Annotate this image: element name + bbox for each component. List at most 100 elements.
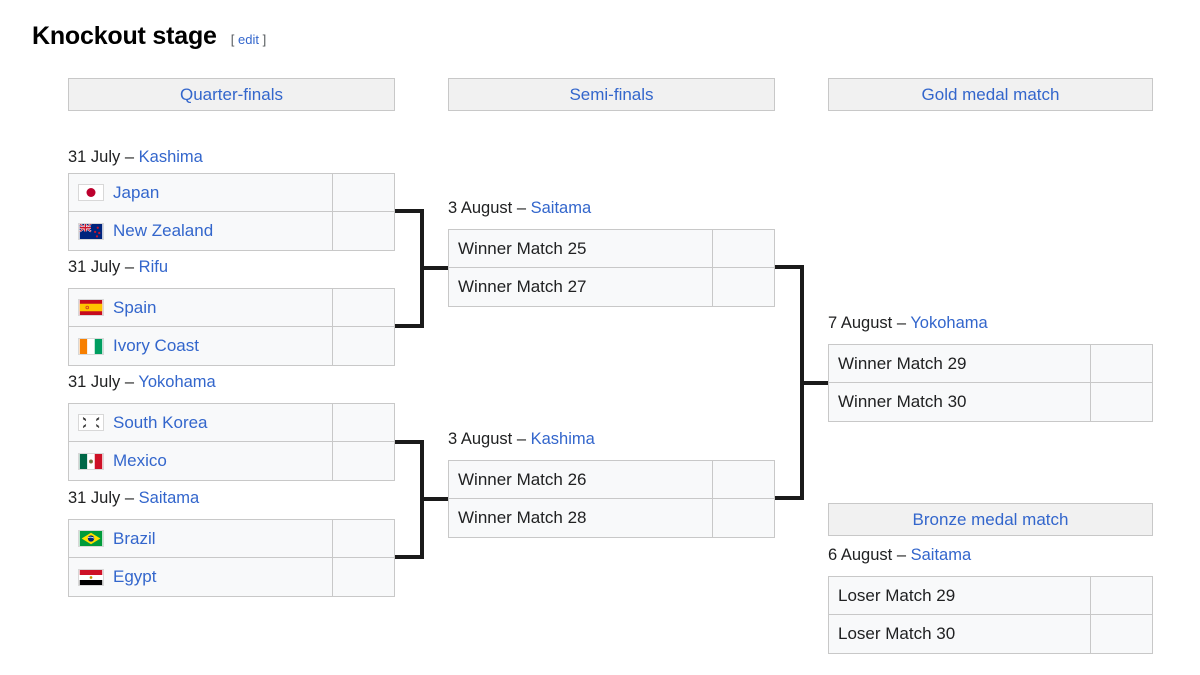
match-qf2: Spain Ivory Coast (68, 288, 395, 366)
caption-dash: – (896, 314, 907, 332)
flag-new-zealand-icon (78, 222, 104, 240)
flag-spain-icon (78, 299, 104, 316)
score-cell (713, 268, 775, 307)
score-cell (713, 229, 775, 268)
match-date: 31 July (68, 489, 121, 507)
flag-south-korea-icon (78, 414, 104, 431)
team-cell: Winner Match 26 (448, 460, 713, 499)
table-row: Loser Match 30 (828, 615, 1153, 654)
team-cell: Winner Match 28 (448, 499, 713, 538)
team-cell: Winner Match 27 (448, 268, 713, 307)
match-caption-qf1: 31 July – Kashima (68, 148, 203, 167)
table-row: South Korea (68, 403, 395, 442)
team-cell: New Zealand (68, 212, 333, 251)
caption-dash: – (124, 258, 135, 276)
score-cell (713, 460, 775, 499)
flag-japan-icon (78, 184, 104, 201)
table-row: Winner Match 26 (448, 460, 775, 499)
table-row: Spain (68, 288, 395, 327)
team-name-link[interactable]: Brazil (113, 529, 156, 549)
table-row: Winner Match 30 (828, 383, 1153, 422)
team-name-link[interactable]: Ivory Coast (113, 336, 199, 356)
team-name-link[interactable]: Mexico (113, 451, 167, 471)
match-caption-sf2: 3 August – Kashima (448, 430, 595, 449)
match-date: 31 July (68, 148, 121, 166)
table-row: Winner Match 28 (448, 499, 775, 538)
team-cell: Egypt (68, 558, 333, 597)
score-cell (1091, 615, 1153, 654)
table-row: New Zealand (68, 212, 395, 251)
match-date: 7 August (828, 314, 893, 332)
table-row: Brazil (68, 519, 395, 558)
team-placeholder-label: Loser Match 30 (838, 624, 956, 643)
team-placeholder-label: Loser Match 29 (838, 585, 956, 605)
team-cell: Brazil (68, 519, 333, 558)
round-header-bronze-medal-match[interactable]: Bronze medal match (828, 503, 1153, 536)
team-placeholder-label: Winner Match 28 (458, 508, 587, 527)
score-cell (333, 519, 395, 558)
connector-gold-in (800, 381, 828, 385)
flag-mexico-icon (78, 452, 104, 470)
match-caption-bronze: 6 August – Saitama (828, 546, 971, 565)
match-date: 3 August (448, 199, 513, 217)
match-caption-qf4: 31 July – Saitama (68, 489, 199, 508)
match-date: 31 July (68, 373, 121, 391)
caption-dash: – (124, 373, 135, 391)
table-row: Egypt (68, 558, 395, 597)
match-venue-link[interactable]: Yokohama (910, 314, 987, 332)
match-venue-link[interactable]: Kashima (531, 430, 595, 448)
table-row: Loser Match 29 (828, 576, 1153, 615)
round-header-label[interactable]: Semi-finals (569, 85, 653, 105)
match-venue-link[interactable]: Saitama (531, 199, 592, 217)
match-qf3: South Korea Mexico (68, 403, 395, 481)
match-bronze: Loser Match 29 Loser Match 30 (828, 576, 1153, 654)
team-name-link[interactable]: Egypt (113, 567, 156, 587)
match-venue-link[interactable]: Kashima (139, 148, 203, 166)
table-row: Winner Match 29 (828, 344, 1153, 383)
score-cell (333, 212, 395, 251)
match-qf1: Japan New Zealand (68, 173, 395, 251)
match-date: 3 August (448, 430, 513, 448)
team-cell: Winner Match 29 (828, 344, 1091, 383)
team-name-link[interactable]: New Zealand (113, 221, 213, 241)
round-header-quarter-finals[interactable]: Quarter-finals (68, 78, 395, 111)
round-header-gold-medal-match[interactable]: Gold medal match (828, 78, 1153, 111)
flag-ivory-coast-icon (78, 337, 104, 355)
match-venue-link[interactable]: Saitama (911, 546, 972, 564)
caption-dash: – (896, 546, 907, 564)
team-cell: Spain (68, 288, 333, 327)
match-sf1: Winner Match 25 Winner Match 27 (448, 229, 775, 307)
score-cell (1091, 576, 1153, 615)
match-date: 6 August (828, 546, 893, 564)
caption-dash: – (124, 489, 135, 507)
round-header-semi-finals[interactable]: Semi-finals (448, 78, 775, 111)
match-date: 31 July (68, 258, 121, 276)
match-gold: Winner Match 29 Winner Match 30 (828, 344, 1153, 422)
team-cell: Mexico (68, 442, 333, 481)
match-sf2: Winner Match 26 Winner Match 28 (448, 460, 775, 538)
team-name-link[interactable]: South Korea (113, 413, 208, 433)
connector-sf2-in (420, 497, 448, 501)
match-venue-link[interactable]: Saitama (139, 489, 200, 507)
team-placeholder-label: Winner Match 27 (458, 277, 587, 296)
team-cell: Winner Match 30 (828, 383, 1091, 422)
team-cell: Loser Match 29 (828, 576, 1091, 615)
round-header-label[interactable]: Bronze medal match (913, 510, 1069, 530)
score-cell (333, 558, 395, 597)
match-caption-qf3: 31 July – Yokohama (68, 373, 216, 392)
table-row: Winner Match 27 (448, 268, 775, 307)
round-header-label[interactable]: Gold medal match (922, 85, 1060, 105)
score-cell (333, 403, 395, 442)
score-cell (333, 288, 395, 327)
match-venue-link[interactable]: Yokohama (138, 373, 215, 391)
team-name-link[interactable]: Japan (113, 183, 159, 203)
connector-sf1-in (420, 266, 448, 270)
table-row: Ivory Coast (68, 327, 395, 366)
team-cell: Ivory Coast (68, 327, 333, 366)
match-venue-link[interactable]: Rifu (139, 258, 168, 276)
caption-dash: – (124, 148, 135, 166)
round-header-label[interactable]: Quarter-finals (180, 85, 283, 105)
team-cell: South Korea (68, 403, 333, 442)
team-name-link[interactable]: Spain (113, 298, 156, 318)
score-cell (713, 499, 775, 538)
